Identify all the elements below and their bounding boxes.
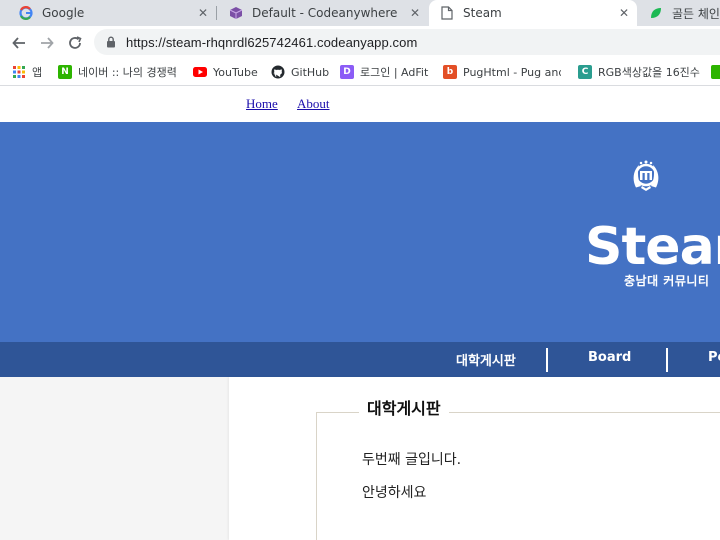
- bookmark-pughtml[interactable]: b PugHtml - Pug and: [443, 63, 561, 81]
- bookmark-overflow[interactable]: [711, 63, 720, 81]
- back-arrow-icon[interactable]: [8, 32, 30, 54]
- document-icon: [439, 5, 455, 21]
- tab-steam[interactable]: Steam ✕: [429, 0, 637, 26]
- bookmark-label: RGB색상값을 16진수: [598, 66, 700, 79]
- bookmark-adfit[interactable]: D 로그인 | AdFit: [340, 63, 428, 81]
- naver-icon: N: [58, 65, 72, 79]
- bookmark-label: 로그인 | AdFit: [360, 66, 429, 79]
- board-fieldset: [316, 412, 720, 540]
- hero-banner: Steam 충남대 커뮤니티: [0, 122, 720, 342]
- tab-separator: [216, 6, 217, 20]
- tab-title: Steam: [463, 6, 502, 20]
- tab-title: Google: [42, 6, 85, 20]
- logo-title: Steam: [585, 217, 720, 277]
- apps-grid-icon: [12, 65, 26, 79]
- post-line: 안녕하세요: [362, 485, 427, 501]
- bookmark-github[interactable]: GitHub: [271, 63, 329, 81]
- reload-icon[interactable]: [64, 32, 86, 54]
- board-title: 대학게시판: [359, 395, 449, 419]
- bookmark-apps[interactable]: 앱: [12, 63, 42, 81]
- nav-link-about[interactable]: About: [297, 96, 330, 112]
- close-icon[interactable]: ✕: [617, 6, 631, 20]
- bookmark-rgb[interactable]: C RGB색상값을 16진수: [578, 63, 700, 81]
- browser-tab-strip: Google ✕ Default - Codeanywhere ✕ Steam …: [0, 0, 720, 26]
- top-nav: Home About: [0, 87, 720, 122]
- codeanywhere-cube-icon: [228, 5, 244, 21]
- tab-codeanywhere[interactable]: Default - Codeanywhere ✕: [218, 0, 428, 26]
- main-menu: 대학게시판 Board Po: [0, 342, 720, 377]
- youtube-icon: [193, 65, 207, 79]
- bookmark-youtube[interactable]: YouTube: [193, 63, 258, 81]
- post-line: 두번째 글입니다.: [362, 452, 462, 468]
- github-icon: [271, 65, 285, 79]
- green-leaf-icon: [648, 5, 664, 21]
- adfit-icon: D: [340, 65, 354, 79]
- google-icon: [18, 5, 34, 21]
- logo-subtitle: 충남대 커뮤니티: [624, 274, 710, 288]
- forward-arrow-icon[interactable]: [36, 32, 58, 54]
- address-bar[interactable]: https://steam-rhqnrdl625742461.codeanyap…: [94, 29, 720, 55]
- menu-item-po[interactable]: Po: [708, 350, 720, 365]
- bookmark-label: GitHub: [291, 65, 330, 79]
- menu-item-university-board[interactable]: 대학게시판: [456, 350, 516, 369]
- bookmark-label: YouTube: [213, 65, 258, 79]
- tab-google[interactable]: Google ✕: [0, 0, 216, 26]
- bookmark-label: 네이버 :: 나의 경쟁력: [78, 66, 177, 79]
- content-card: 대학게시판 두번째 글입니다. 안녕하세요: [229, 377, 720, 540]
- menu-separator: [666, 348, 668, 372]
- close-icon[interactable]: ✕: [196, 6, 210, 20]
- bookmark-label: 앱: [32, 66, 43, 79]
- tab-golden-change[interactable]: 골든 체인지: [638, 0, 720, 26]
- lock-icon[interactable]: [104, 35, 118, 49]
- menu-item-board[interactable]: Board: [588, 350, 631, 365]
- bookmark-label: PugHtml - Pug and: [463, 65, 561, 79]
- web-page: Home About Steam 충남대 커뮤니티 대학게시판: [0, 87, 720, 540]
- menu-separator: [546, 348, 548, 372]
- nav-link-home[interactable]: Home: [246, 96, 278, 112]
- rgb-converter-icon: C: [578, 65, 592, 79]
- close-icon[interactable]: ✕: [408, 6, 422, 20]
- tab-title: Default - Codeanywhere: [252, 6, 398, 20]
- bookmark-icon: [711, 65, 720, 79]
- browser-toolbar: https://steam-rhqnrdl625742461.codeanyap…: [0, 26, 720, 58]
- tab-title: 골든 체인지: [672, 6, 720, 21]
- pughtml-icon: b: [443, 65, 457, 79]
- bookmark-naver[interactable]: N 네이버 :: 나의 경쟁력: [58, 63, 177, 81]
- url-text[interactable]: https://steam-rhqnrdl625742461.codeanyap…: [126, 35, 417, 50]
- bookmarks-bar: 앱 N 네이버 :: 나의 경쟁력 YouTube GitHub D 로그인 |…: [0, 58, 720, 86]
